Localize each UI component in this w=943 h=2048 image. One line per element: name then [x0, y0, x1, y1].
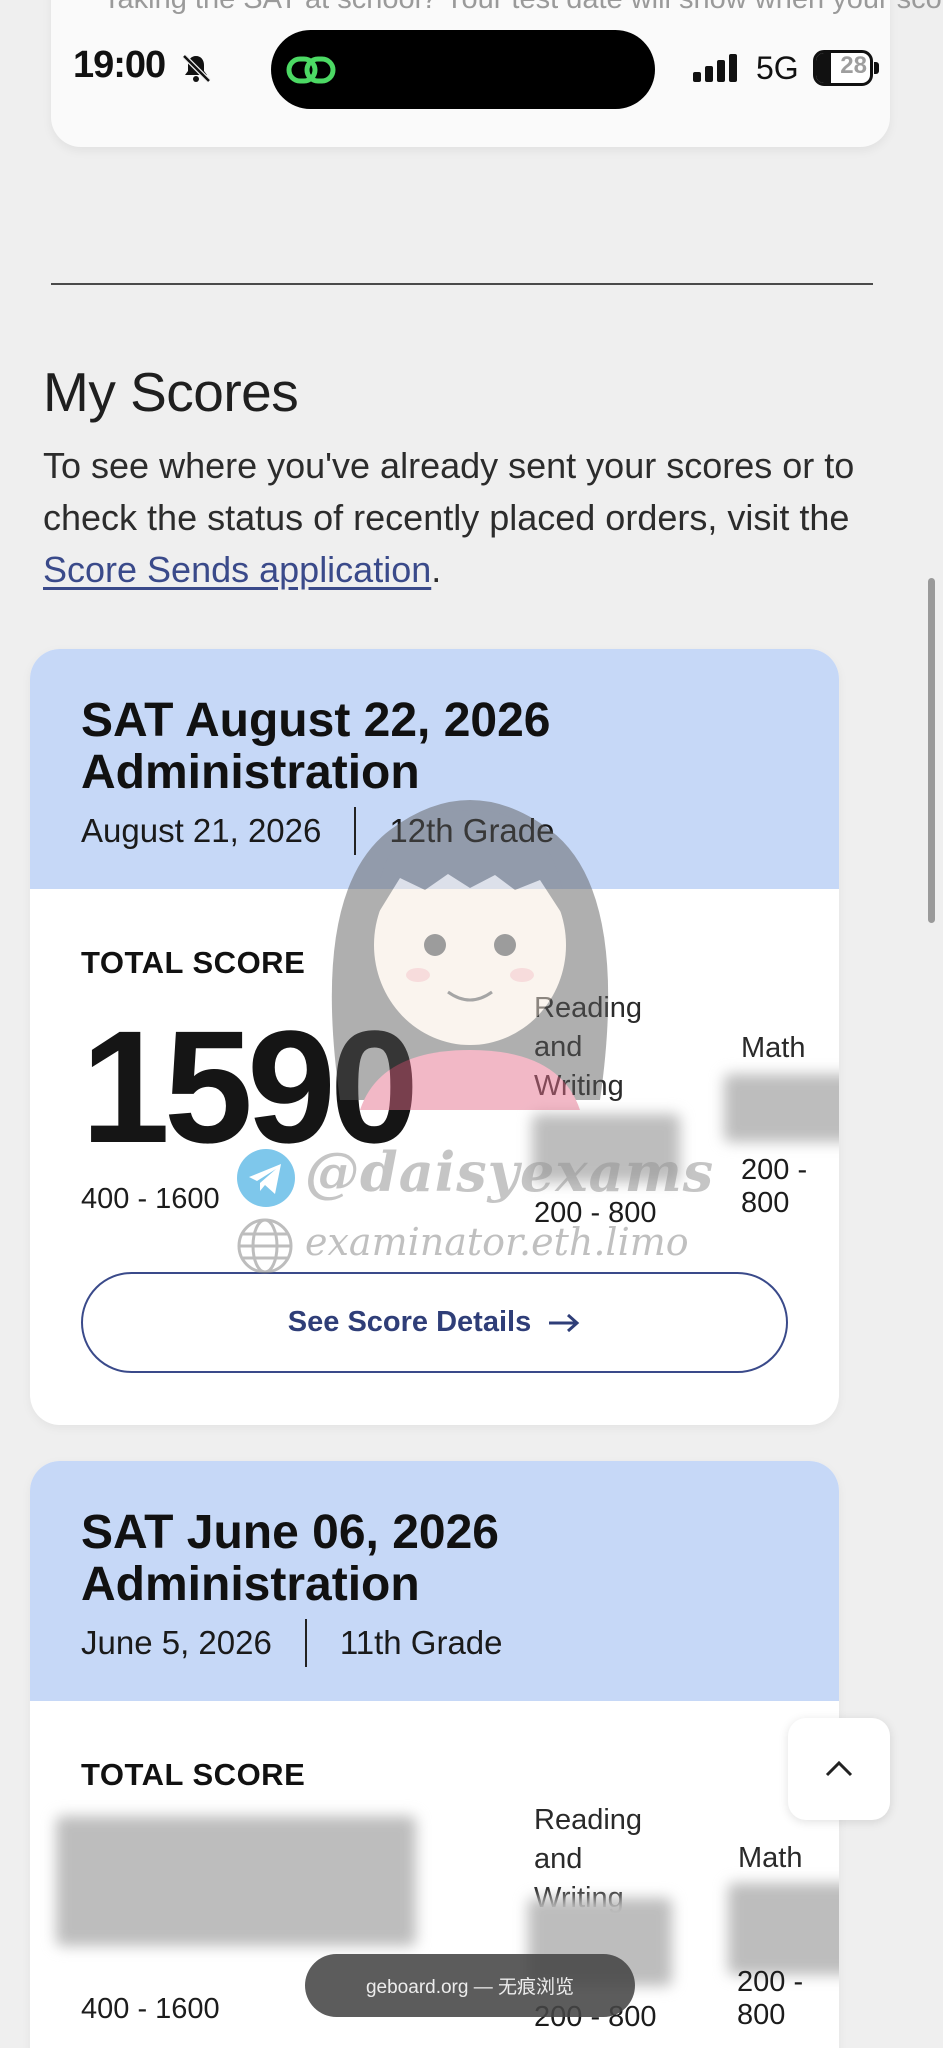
description-text: To see where you've already sent your sc… — [43, 445, 855, 538]
grade-level: 11th Grade — [339, 1624, 503, 1661]
notice-text: Taking the SAT at school? Your test date… — [103, 0, 943, 18]
scrollbar[interactable] — [928, 578, 935, 923]
math-score-redacted — [724, 1074, 839, 1142]
total-score-range: 400 - 1600 — [81, 1183, 220, 1215]
math-range: 200 - 800 — [741, 1154, 808, 1219]
score-card-header: SAT June 06, 2026 Administration June 5,… — [30, 1461, 839, 1701]
total-score-label: TOTAL SCORE — [81, 945, 306, 980]
arrow-right-icon — [549, 1313, 580, 1332]
see-score-details-label: See Score Details — [287, 1306, 532, 1338]
math-label: Math — [738, 1842, 803, 1874]
score-sends-link[interactable]: Score Sends application — [43, 549, 431, 590]
watermark-handle: @daisyexams — [305, 1140, 715, 1204]
browser-url-bar[interactable]: geboard.org — 无痕浏览 — [305, 1954, 635, 2017]
total-score-label: TOTAL SCORE — [81, 1757, 306, 1792]
telegram-icon — [237, 1149, 295, 1207]
url-text: geboard.org — 无痕浏览 — [365, 1977, 575, 1998]
network-type: 5G — [756, 50, 799, 86]
test-date: June 5, 2026 — [81, 1624, 272, 1661]
battery-icon: 28 — [813, 50, 879, 86]
watermark-avatar-icon — [331, 800, 609, 1110]
test-date: August 21, 2026 — [81, 812, 322, 849]
status-time: 19:00 — [73, 44, 166, 86]
battery-percentage: 28 — [840, 52, 867, 79]
chevron-up-icon — [825, 1760, 853, 1777]
bell-muted-icon — [182, 54, 211, 83]
administration-meta: June 5, 2026 11th Grade — [81, 1619, 503, 1667]
cellular-signal-icon — [693, 54, 737, 82]
math-label: Math — [741, 1032, 806, 1064]
section-divider — [51, 283, 873, 285]
math-range: 200 - 800 — [737, 1966, 804, 2031]
administration-title: SAT June 06, 2026 Administration — [81, 1506, 499, 1611]
back-to-top-button[interactable] — [788, 1718, 890, 1820]
math-score-redacted — [728, 1883, 839, 1975]
total-score-redacted — [56, 1816, 416, 1946]
link-app-icon — [286, 56, 336, 84]
globe-icon — [237, 1218, 293, 1274]
my-scores-title: My Scores — [43, 361, 299, 423]
my-scores-description: To see where you've already sent your sc… — [43, 445, 855, 590]
see-score-details-button[interactable]: See Score Details — [81, 1272, 788, 1373]
watermark-site: examinator.eth.limo — [305, 1220, 689, 1264]
total-score-range: 400 - 1600 — [81, 1993, 220, 2025]
